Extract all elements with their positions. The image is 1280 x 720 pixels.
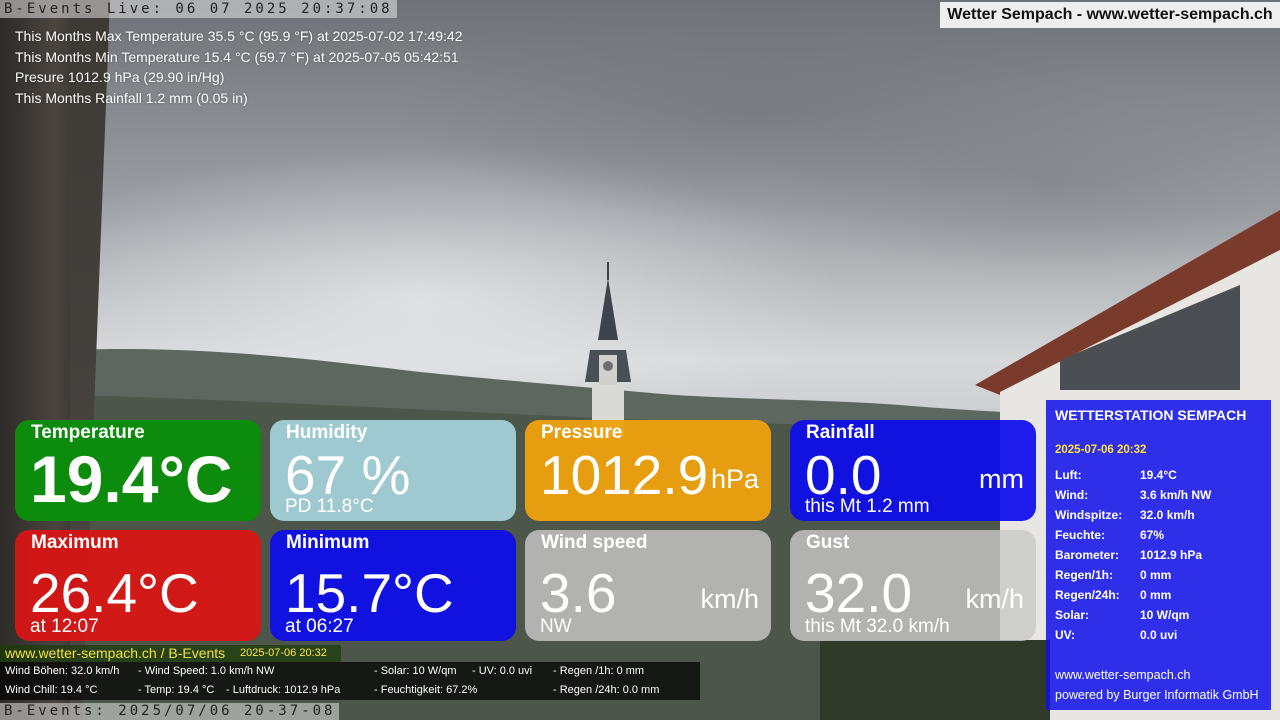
stat-rainfall: This Months Rainfall 1.2 mm (0.05 in) — [15, 89, 248, 106]
tile-humidity: Humidity 67 % PD 11.8°C — [270, 420, 516, 521]
tile-subtext: at 12:07 — [30, 616, 99, 637]
station-value: 19.4°C — [1140, 468, 1177, 482]
info-item: - Solar: 10 W/qm — [374, 665, 457, 677]
bottom-timestamp-ticker: B-Events: 2025/07/06 20-37-08 — [0, 703, 340, 720]
stat-min-temp: This Months Min Temperature 15.4 °C (59.… — [15, 48, 459, 65]
tile-label: Gust — [806, 532, 850, 553]
tile-label: Rainfall — [806, 422, 875, 443]
station-row: Luft: 19.4°C — [1055, 468, 1265, 488]
tile-unit: mm — [979, 464, 1024, 494]
info-item: Wind Böhen: 32.0 km/h — [5, 665, 120, 677]
tile-maximum: Maximum 26.4°C at 12:07 — [15, 530, 261, 641]
station-row: Barometer: 1012.9 hPa — [1055, 548, 1265, 568]
info-item: - Regen /1h: 0 mm — [553, 665, 645, 677]
live-timestamp-ticker: B-Events Live: 06 07 2025 20:37:08 — [0, 0, 397, 18]
station-value: 32.0 km/h — [1140, 508, 1195, 522]
station-key: Windspitze: — [1055, 508, 1123, 522]
info-item: - Luftdruck: 1012.9 hPa — [226, 684, 341, 696]
tile-temperature: Temperature 19.4°C — [15, 420, 261, 521]
tile-subtext: at 06:27 — [285, 616, 354, 637]
station-footer-credit: powered by Burger Informatik GmbH — [1055, 688, 1259, 702]
stat-pressure: Presure 1012.9 hPa (29.90 in/Hg) — [15, 69, 225, 85]
info-item: - UV: 0.0 uvi — [472, 665, 533, 677]
tile-minimum: Minimum 15.7°C at 06:27 — [270, 530, 516, 641]
tile-unit: km/h — [700, 584, 759, 614]
station-row: Regen/1h: 0 mm — [1055, 568, 1265, 588]
tile-value: 19.4°C — [30, 442, 233, 516]
info-item: - Temp: 19.4 °C — [138, 684, 215, 696]
tile-label: Maximum — [31, 532, 119, 553]
caption-date: 2025-07-06 20:32 — [240, 647, 327, 659]
station-row: Wind: 3.6 km/h NW — [1055, 488, 1265, 508]
station-row: Solar: 10 W/qm — [1055, 608, 1265, 628]
tile-unit: km/h — [965, 584, 1024, 614]
tile-label: Pressure — [541, 422, 623, 443]
station-value: 0 mm — [1140, 568, 1172, 582]
station-row: UV: 0.0 uvi — [1055, 628, 1265, 648]
tile-label: Humidity — [286, 422, 368, 443]
caption-site: www.wetter-sempach.ch / B-Events — [5, 645, 226, 661]
station-key: Regen/24h: — [1055, 588, 1120, 602]
tile-wind-speed: Wind speed 3.6 km/h NW — [525, 530, 771, 641]
tile-unit: hPa — [710, 464, 759, 494]
tile-rainfall: Rainfall 0.0 mm this Mt 1.2 mm — [790, 420, 1036, 521]
station-row: Feuchte: 67% — [1055, 528, 1265, 548]
station-key: Feuchte: — [1055, 528, 1106, 542]
tile-subtext: this Mt 1.2 mm — [805, 496, 930, 517]
tile-subtext: this Mt 32.0 km/h — [805, 616, 950, 637]
station-title: WETTERSTATION SEMPACH — [1055, 407, 1247, 423]
station-value: 1012.9 hPa — [1140, 548, 1203, 562]
station-row: Regen/24h: 0 mm — [1055, 588, 1265, 608]
station-key: Barometer: — [1055, 548, 1120, 562]
station-value: 10 W/qm — [1140, 608, 1190, 622]
tile-gust: Gust 32.0 km/h this Mt 32.0 km/h — [790, 530, 1036, 641]
info-item: - Regen /24h: 0.0 mm — [553, 684, 660, 696]
station-row: Windspitze: 32.0 km/h — [1055, 508, 1265, 528]
station-key: Solar: — [1055, 608, 1090, 622]
info-item: - Feuchtigkeit: 67.2% — [374, 684, 478, 696]
tile-value: 1012.9 — [540, 444, 709, 506]
station-date: 2025-07-06 20:32 — [1055, 444, 1147, 456]
tile-pressure: Pressure 1012.9 hPa — [525, 420, 771, 521]
tile-subtext: PD 11.8°C — [285, 496, 374, 517]
station-key: Luft: — [1055, 468, 1082, 482]
tile-subtext: NW — [540, 616, 572, 637]
site-title-badge: Wetter Sempach - www.wetter-sempach.ch — [940, 2, 1280, 28]
stat-max-temp: This Months Max Temperature 35.5 °C (95.… — [15, 28, 463, 44]
tile-label: Minimum — [286, 532, 370, 553]
station-value: 0 mm — [1140, 588, 1172, 602]
station-panel: WETTERSTATION SEMPACH 2025-07-06 20:32 L… — [1046, 400, 1271, 710]
tile-label: Temperature — [31, 422, 145, 443]
station-value: 67% — [1140, 528, 1165, 542]
tile-label: Wind speed — [541, 532, 648, 553]
station-key: UV: — [1055, 628, 1076, 642]
station-key: Wind: — [1055, 488, 1089, 502]
station-footer-site: www.wetter-sempach.ch — [1055, 668, 1191, 682]
station-value: 3.6 km/h NW — [1140, 488, 1212, 502]
info-item: Wind Chill: 19.4 °C — [5, 684, 98, 696]
station-key: Regen/1h: — [1055, 568, 1114, 582]
monthly-stats: This Months Max Temperature 35.5 °C (95.… — [15, 26, 463, 108]
station-value: 0.0 uvi — [1140, 628, 1178, 642]
bottom-info-panel: Wind Böhen: 32.0 km/h - Wind Speed: 1.0 … — [0, 662, 700, 700]
info-item: - Wind Speed: 1.0 km/h NW — [138, 665, 275, 677]
site-caption-bar: www.wetter-sempach.ch / B-Events 2025-07… — [0, 645, 341, 662]
